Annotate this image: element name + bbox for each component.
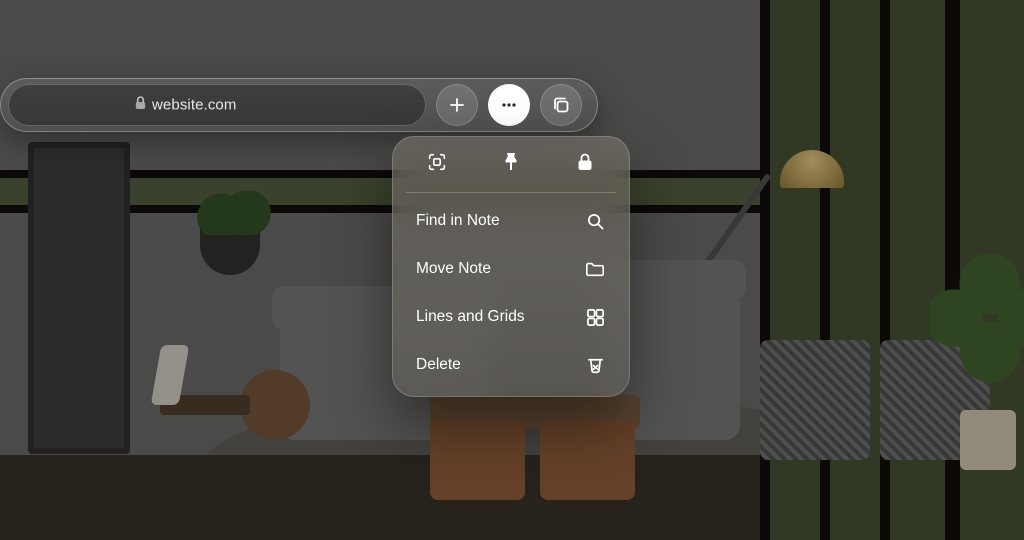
menu-item-delete[interactable]: Delete	[398, 341, 624, 389]
scan-icon	[426, 151, 448, 178]
pin-icon	[501, 151, 521, 178]
trash-icon	[584, 355, 606, 375]
plus-icon	[448, 96, 466, 114]
folder-icon	[584, 260, 606, 278]
search-icon	[584, 212, 606, 231]
menu-item-find[interactable]: Find in Note	[398, 197, 624, 245]
scan-button[interactable]	[417, 151, 457, 178]
tabs-button[interactable]	[540, 84, 582, 126]
lock-icon	[134, 96, 147, 115]
menu-item-lines-grids[interactable]: Lines and Grids	[398, 293, 624, 341]
more-menu-panel: Find in Note Move Note Lines and Grids D…	[392, 136, 630, 397]
pin-button[interactable]	[491, 151, 531, 178]
menu-item-label: Find in Note	[416, 212, 500, 230]
address-bar-text: website.com	[152, 97, 236, 114]
menu-item-label: Move Note	[416, 260, 491, 278]
more-menu-toprow	[392, 136, 630, 192]
lock-button[interactable]	[565, 152, 605, 177]
menu-item-label: Delete	[416, 356, 461, 374]
lock-icon	[576, 152, 594, 177]
tabs-icon	[551, 95, 571, 115]
menu-divider	[406, 192, 616, 193]
menu-item-move[interactable]: Move Note	[398, 245, 624, 293]
ellipsis-icon	[499, 95, 519, 115]
grid-icon	[584, 308, 606, 327]
menu-item-label: Lines and Grids	[416, 308, 525, 326]
address-bar[interactable]: website.com	[8, 84, 426, 126]
add-button[interactable]	[436, 84, 478, 126]
more-button[interactable]	[488, 84, 530, 126]
browser-toolbar: website.com	[0, 78, 598, 132]
